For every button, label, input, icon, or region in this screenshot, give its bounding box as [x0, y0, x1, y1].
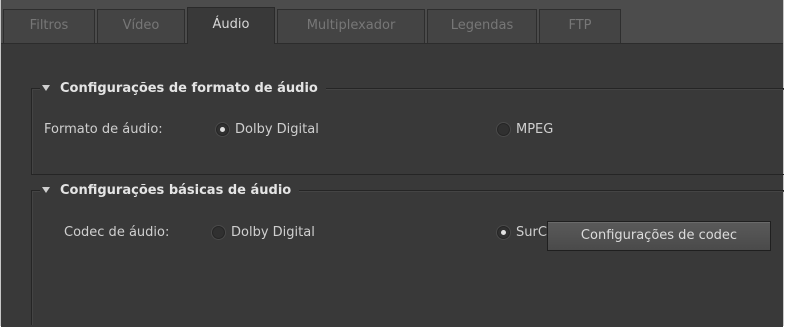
radio-unselected-icon[interactable]	[212, 226, 225, 239]
radio-selected-icon[interactable]	[216, 123, 229, 136]
tab-bar: Filtros Vídeo Áudio Multiplexador Legend…	[1, 0, 783, 44]
tab-audio[interactable]: Áudio	[187, 7, 275, 44]
codec-dolby-digital-label: Dolby Digital	[231, 225, 315, 240]
tab-filtros[interactable]: Filtros	[3, 9, 95, 43]
radio-unselected-icon[interactable]	[497, 123, 510, 136]
codec-settings-button[interactable]: Configurações de codec	[547, 221, 771, 251]
basic-settings-group: Configurações básicas de áudio Codec de …	[31, 181, 784, 325]
format-settings-title: Configurações de formato de áudio	[60, 81, 318, 96]
format-mpeg-radio[interactable]: MPEG	[497, 122, 553, 137]
tab-multiplexador[interactable]: Multiplexador	[277, 9, 425, 43]
format-dolby-digital-radio[interactable]: Dolby Digital	[216, 122, 319, 137]
codec-dolby-digital-radio[interactable]: Dolby Digital	[212, 225, 315, 240]
tab-video[interactable]: Vídeo	[97, 9, 185, 43]
format-settings-header[interactable]: Configurações de formato de áudio	[40, 79, 326, 99]
format-mpeg-label: MPEG	[516, 122, 554, 137]
tab-ftp[interactable]: FTP	[539, 9, 621, 43]
radio-selected-icon[interactable]	[497, 226, 510, 239]
audio-tab-panel: Configurações de formato de áudio Format…	[1, 44, 784, 327]
collapse-triangle-icon[interactable]	[42, 85, 50, 91]
basic-settings-title: Configurações básicas de áudio	[60, 183, 292, 198]
audio-format-label: Formato de áudio:	[44, 122, 163, 137]
tab-legendas[interactable]: Legendas	[427, 9, 537, 43]
format-dolby-digital-label: Dolby Digital	[235, 122, 319, 137]
collapse-triangle-icon[interactable]	[42, 187, 50, 193]
audio-settings-window: Filtros Vídeo Áudio Multiplexador Legend…	[0, 0, 784, 327]
basic-settings-header[interactable]: Configurações básicas de áudio	[40, 181, 300, 201]
audio-codec-label: Codec de áudio:	[64, 225, 170, 240]
format-settings-group: Configurações de formato de áudio Format…	[31, 79, 784, 175]
